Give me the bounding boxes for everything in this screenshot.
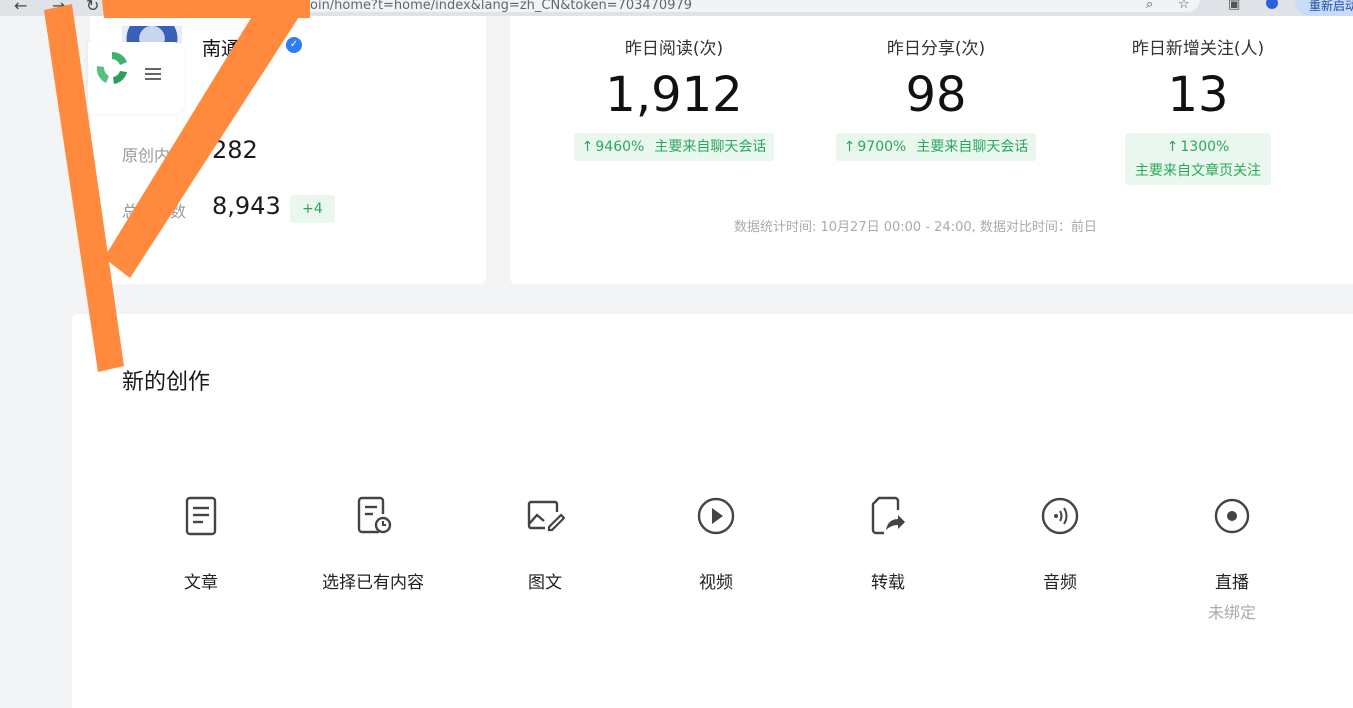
metric-shares: 昨日分享(次) 98 ↑ 9700% 主要来自聊天会话	[830, 34, 1042, 161]
metric-new-followers: 昨日新增关注(人) 13 ↑ 1300% 主要来自文章页关注	[1110, 34, 1286, 185]
browser-toolbar: ← → ↻ oin/home?t=home/index&lang=zh_CN&t…	[0, 0, 1353, 16]
forward-icon[interactable]: →	[52, 0, 65, 16]
metric-title: 昨日新增关注(人)	[1131, 39, 1265, 59]
create-label: 选择已有内容	[322, 573, 424, 593]
create-live-button[interactable]: 直播 未绑定	[1146, 494, 1318, 623]
verified-icon: ✓	[286, 37, 302, 53]
arrow-up-icon: ↑	[1166, 139, 1179, 155]
total-users-value[interactable]: 8,943	[212, 192, 281, 220]
article-icon	[185, 496, 217, 536]
create-existing-content-button[interactable]: 选择已有内容	[287, 494, 459, 593]
metric-source: 主要来自聊天会话	[916, 139, 1029, 155]
yesterday-stats-card: 昨日阅读(次) 1,912 ↑ 9460% 主要来自聊天会话 昨日分享(次) 98 …	[510, 16, 1353, 284]
total-users-delta-badge: +4	[290, 195, 335, 223]
metric-source: 主要来自文章页关注	[1135, 163, 1261, 179]
original-content-label: 原创内容	[122, 146, 187, 165]
existing-content-icon	[357, 496, 392, 534]
side-panel-icon[interactable]: ▣	[1228, 0, 1240, 12]
create-article-button[interactable]: 文章	[115, 494, 287, 593]
create-video-button[interactable]: 视频	[630, 494, 802, 593]
metric-value[interactable]: 13	[1110, 63, 1286, 127]
metric-change-tag: ↑ 9700% 主要来自聊天会话	[835, 133, 1037, 161]
address-bar[interactable]: oin/home?t=home/index&lang=zh_CN&token=7…	[110, 0, 1200, 12]
relaunch-button[interactable]: 重新启动	[1295, 0, 1353, 16]
live-unbound-status: 未绑定	[1207, 603, 1256, 622]
reload-icon[interactable]: ↻	[86, 0, 99, 16]
create-label: 转载	[871, 573, 905, 593]
zoom-icon[interactable]: ⌕	[1146, 0, 1153, 12]
stats-time-footnote: 数据统计时间: 10月27日 00:00 - 24:00, 数据对比时间：前日	[734, 220, 1097, 235]
metric-change: 9700%	[857, 139, 907, 155]
repost-icon	[871, 496, 905, 535]
create-label: 视频	[699, 573, 733, 593]
create-image-text-button[interactable]: 图文	[459, 494, 631, 593]
arrow-up-icon: ↑	[581, 139, 594, 155]
create-label: 图文	[528, 573, 562, 593]
metric-title: 昨日阅读(次)	[624, 39, 724, 59]
metric-source: 主要来自聊天会话	[654, 139, 767, 155]
create-label: 音频	[1043, 573, 1077, 593]
back-icon[interactable]: ←	[14, 0, 27, 16]
metric-change-tag: ↑ 1300% 主要来自文章页关注	[1125, 133, 1271, 185]
live-icon	[1214, 498, 1250, 534]
create-repost-button[interactable]: 转载	[802, 494, 974, 593]
metric-change: 1300%	[1180, 139, 1230, 155]
original-content-value[interactable]: 282	[212, 136, 258, 164]
metric-value[interactable]: 98	[830, 63, 1042, 127]
create-label: 直播	[1215, 573, 1249, 593]
video-icon	[697, 497, 735, 535]
metric-value[interactable]: 1,912	[568, 63, 780, 127]
metric-reads: 昨日阅读(次) 1,912 ↑ 9460% 主要来自聊天会话	[568, 34, 780, 161]
create-label: 文章	[184, 573, 218, 593]
hamburger-menu-icon[interactable]	[145, 68, 161, 80]
section-title: 新的创作	[122, 370, 211, 395]
metric-change: 9460%	[595, 139, 645, 155]
image-text-icon	[527, 500, 566, 532]
bookmark-star-icon[interactable]: ☆	[1178, 0, 1190, 12]
profile-avatar[interactable]	[1266, 0, 1278, 9]
new-creation-card: 新的创作 文章 选择已有内容 图文 视频 转载 音频 直播 未绑定	[72, 314, 1353, 708]
app-menu	[88, 42, 184, 114]
audio-icon	[1041, 497, 1079, 535]
total-users-label: 总用户数	[122, 202, 187, 221]
arrow-up-icon: ↑	[843, 139, 856, 155]
create-audio-button[interactable]: 音频	[974, 494, 1146, 593]
wechat-mp-logo-icon[interactable]	[92, 48, 132, 88]
metric-title: 昨日分享(次)	[886, 39, 986, 59]
left-sidebar	[0, 16, 72, 708]
metric-change-tag: ↑ 9460% 主要来自聊天会话	[573, 133, 775, 161]
account-name: 南通工	[202, 38, 260, 60]
